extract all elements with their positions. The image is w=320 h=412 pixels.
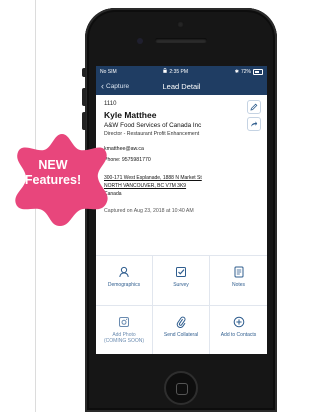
phone-screen: No SIM 2:35 PM ✱ 72% ‹ Capture Lead Deta… <box>96 66 267 354</box>
volume-up-button <box>82 88 86 106</box>
survey-check-icon <box>175 266 187 278</box>
earpiece-speaker <box>155 38 207 43</box>
add-to-contacts-button[interactable]: Add to Contacts <box>210 306 267 354</box>
notes-icon <box>233 266 245 278</box>
battery-percent: 72% <box>240 68 251 75</box>
promo-line1: NEW <box>38 158 68 172</box>
notes-button[interactable]: Notes <box>210 256 267 306</box>
survey-label: Survey <box>173 282 189 288</box>
share-button[interactable] <box>247 117 261 131</box>
back-button-label: Capture <box>106 82 130 90</box>
lead-address-line2[interactable]: NORTH VANCOUVER, BC V7M 3K9 <box>104 182 259 190</box>
home-button[interactable] <box>164 371 198 405</box>
lead-email[interactable]: kmatthee@aw.ca <box>104 146 259 152</box>
lead-phone[interactable]: Phone: 9575981770 <box>104 157 259 163</box>
add-photo-label-line2: (COMING SOON) <box>104 338 144 344</box>
sensor <box>137 38 143 44</box>
add-to-contacts-label: Add to Contacts <box>220 332 257 338</box>
share-arrow-icon <box>250 115 258 133</box>
captured-timestamp: Captured on Aug 23, 2018 at 10:40 AM <box>104 208 194 214</box>
front-camera <box>177 21 184 28</box>
lead-name: Kyle Matthee <box>104 110 157 120</box>
lead-detail-panel: 1110 Kyle Matthee A&W Food Services of C… <box>96 95 267 214</box>
send-collateral-button[interactable]: Send Collateral <box>153 306 210 354</box>
navigation-bar: ‹ Capture Lead Detail <box>96 77 267 95</box>
lead-job-title: Director - Restaurant Profit Enhancement <box>104 131 200 137</box>
back-button[interactable]: ‹ Capture <box>101 81 129 91</box>
demographics-button[interactable]: Demographics <box>96 256 153 306</box>
demographics-label: Demographics <box>107 282 141 288</box>
promo-line2: Features! <box>24 173 82 187</box>
paperclip-icon <box>175 316 187 328</box>
battery-icon <box>252 68 263 75</box>
camera-icon <box>118 316 130 328</box>
lock-icon <box>163 67 168 75</box>
edit-button[interactable] <box>247 100 261 114</box>
mute-switch <box>82 68 86 77</box>
plus-circle-icon <box>233 316 245 328</box>
status-bar: No SIM 2:35 PM ✱ 72% <box>96 66 267 77</box>
chevron-left-icon: ‹ <box>101 81 104 91</box>
send-collateral-label: Send Collateral <box>163 332 199 338</box>
lead-country: Canada <box>104 191 122 197</box>
person-search-icon <box>118 266 130 278</box>
pencil-icon <box>250 98 258 116</box>
status-time: 2:35 PM <box>169 68 189 75</box>
bluetooth-icon: ✱ <box>234 68 239 75</box>
action-grid: Demographics Survey Notes Add Photo (COM… <box>96 255 267 354</box>
lead-id: 1110 <box>104 101 117 107</box>
carrier-label: No SIM <box>100 68 117 75</box>
add-photo-label: Add Photo (COMING SOON) <box>104 332 144 344</box>
survey-button[interactable]: Survey <box>153 256 210 306</box>
add-photo-button[interactable]: Add Photo (COMING SOON) <box>96 306 153 354</box>
notes-label: Notes <box>231 282 246 288</box>
lead-address-line1[interactable]: 300-171 West Esplanade, 1888 N Market St <box>104 174 259 182</box>
new-features-text: NEW Features! <box>18 158 88 188</box>
lead-company: A&W Food Services of Canada Inc <box>104 122 202 129</box>
